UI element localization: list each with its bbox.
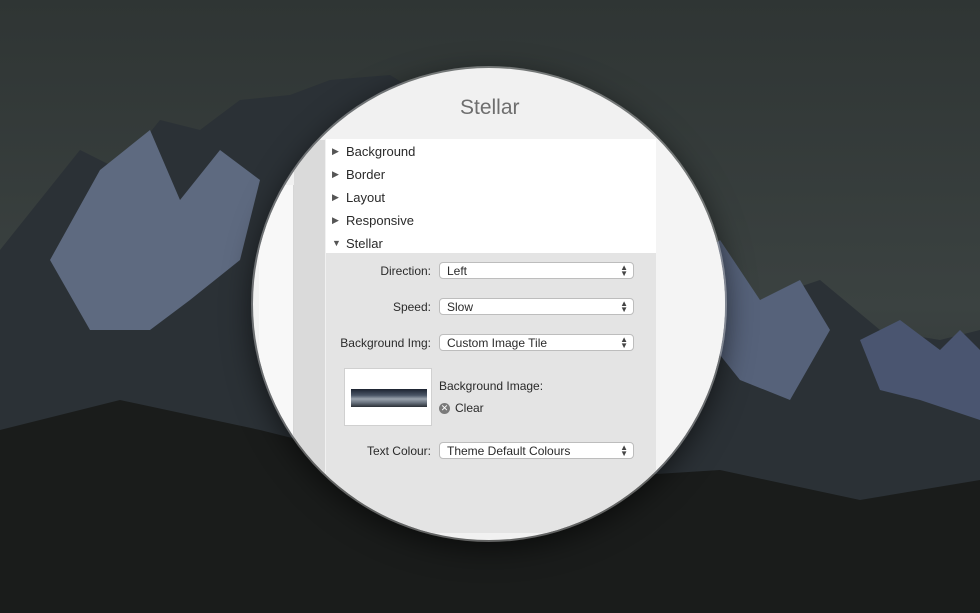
select-chevron-icon: ▲ ▼ xyxy=(620,263,628,278)
direction-label: Direction: xyxy=(380,264,431,278)
speed-value: Slow xyxy=(447,299,474,314)
section-item-border[interactable]: ▶ Border xyxy=(332,164,385,184)
disclosure-right-icon: ▶ xyxy=(332,214,339,225)
direction-value: Left xyxy=(447,263,468,278)
section-item-stellar[interactable]: ▼ Stellar xyxy=(332,233,383,253)
section-item-responsive[interactable]: ▶ Responsive xyxy=(332,210,414,230)
panel-gutter xyxy=(294,140,325,520)
text-colour-select[interactable]: Theme Default Colours ▲ ▼ xyxy=(439,442,634,459)
speed-label: Speed: xyxy=(392,300,431,314)
background-image-thumbnail[interactable] xyxy=(344,368,432,426)
speed-select[interactable]: Slow ▲ ▼ xyxy=(439,298,634,315)
section-item-layout[interactable]: ▶ Layout xyxy=(332,187,385,207)
disclosure-right-icon: ▶ xyxy=(332,168,339,179)
image-preview xyxy=(351,389,427,407)
section-label: Border xyxy=(346,166,386,182)
disclosure-right-icon: ▶ xyxy=(332,145,339,156)
clear-label: Clear xyxy=(455,401,484,415)
text-colour-value: Theme Default Colours xyxy=(447,443,571,458)
left-panel-edge xyxy=(259,185,294,515)
disclosure-down-icon: ▼ xyxy=(332,238,341,248)
background-img-label: Background Img: xyxy=(340,336,431,350)
clear-button[interactable]: ✕ Clear xyxy=(439,401,484,415)
text-colour-label: Text Colour: xyxy=(366,444,431,458)
magnifier-lens: Stellar ▶ Background ▶ Border ▶ Layout ▶… xyxy=(253,68,725,540)
panel-title: Stellar xyxy=(460,96,520,119)
disclosure-right-icon: ▶ xyxy=(332,191,339,202)
clear-circle-icon: ✕ xyxy=(439,402,450,414)
background-img-select[interactable]: Custom Image Tile ▲ ▼ xyxy=(439,334,634,351)
section-label: Stellar xyxy=(346,235,383,251)
section-label: Background xyxy=(346,143,416,159)
section-label: Layout xyxy=(346,189,386,205)
right-panel-area xyxy=(656,139,725,539)
direction-select[interactable]: Left ▲ ▼ xyxy=(439,262,634,279)
select-chevron-icon: ▲ ▼ xyxy=(620,443,628,458)
select-chevron-icon: ▲ ▼ xyxy=(620,335,628,350)
select-chevron-icon: ▲ ▼ xyxy=(620,299,628,314)
background-image-label: Background Image: xyxy=(439,379,544,393)
section-label: Responsive xyxy=(346,212,414,228)
section-item-background[interactable]: ▶ Background xyxy=(332,141,415,161)
section-list: ▶ Background ▶ Border ▶ Layout ▶ Respons… xyxy=(326,139,656,253)
background-img-value: Custom Image Tile xyxy=(447,335,548,350)
